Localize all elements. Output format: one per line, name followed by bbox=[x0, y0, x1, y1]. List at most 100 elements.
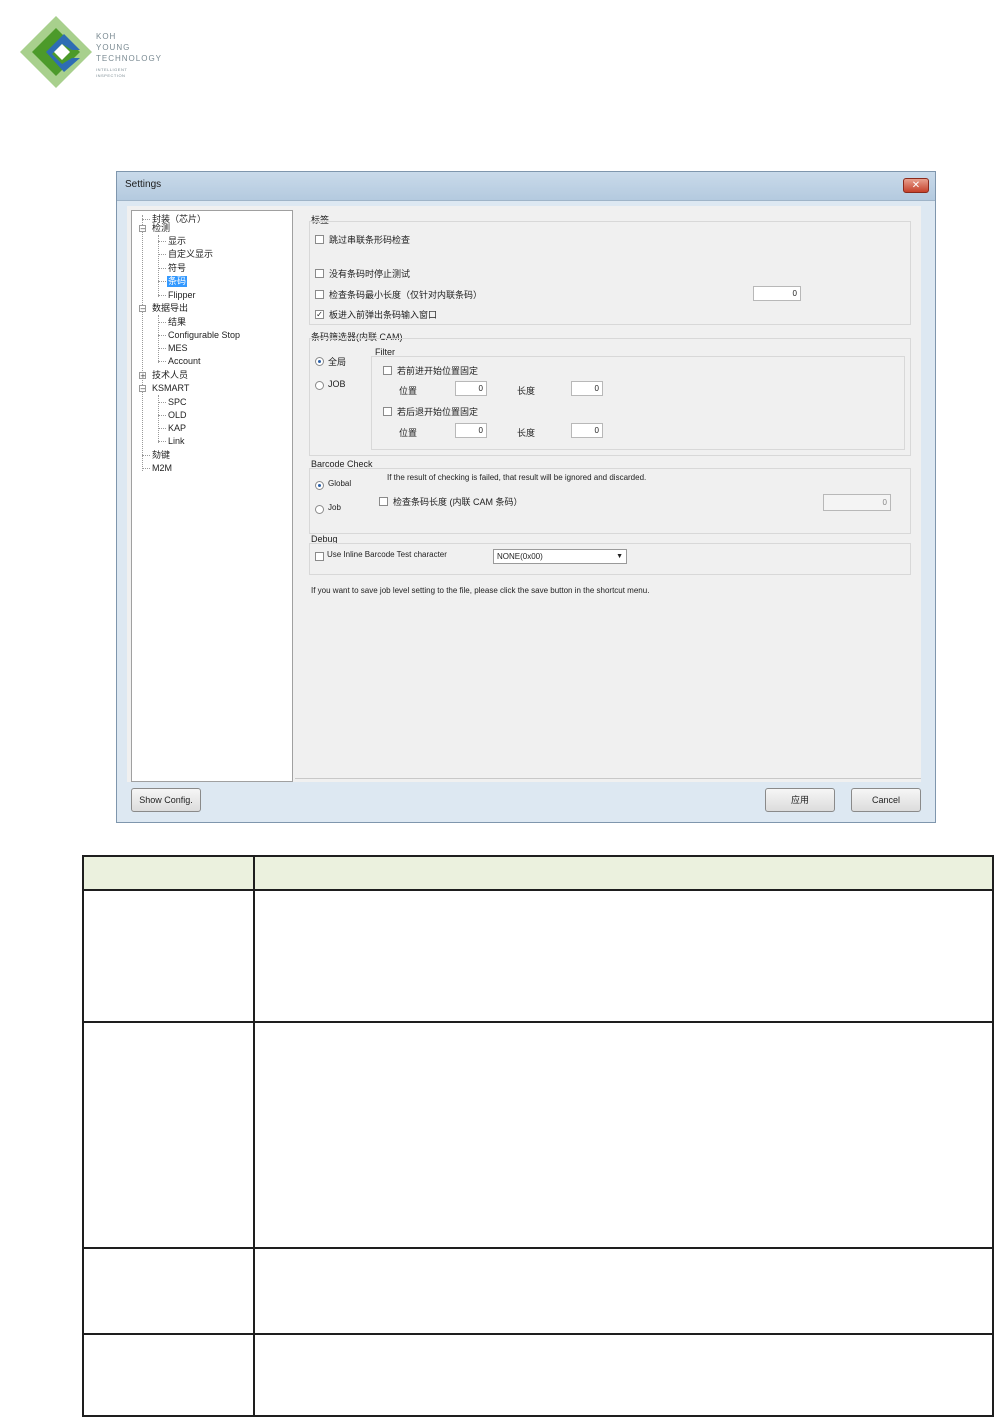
barcode-settings-panel: 标签 跳过串联条形码检查 没有条码时停止测试 检查条码最小长度（仅针对内联条码）… bbox=[295, 206, 921, 782]
tree-connector bbox=[158, 402, 166, 403]
title-bar[interactable]: Settings ✕ bbox=[117, 172, 935, 201]
back-fix-checkbox[interactable] bbox=[383, 407, 392, 416]
check-length-cam-checkbox[interactable] bbox=[379, 497, 388, 506]
stop-no-barcode-checkbox[interactable] bbox=[315, 269, 324, 278]
company-logo: KOH YOUNG TECHNOLOGY INTELLIGENT INSPECT… bbox=[18, 14, 188, 94]
check-min-length-checkbox[interactable] bbox=[315, 290, 324, 299]
tree-item-inspection[interactable]: 检测 bbox=[152, 223, 170, 234]
tree-item-spc[interactable]: SPC bbox=[168, 397, 187, 408]
back-length-label: 长度 bbox=[517, 428, 536, 438]
table-row-divider bbox=[84, 1247, 992, 1249]
logo-mark-icon bbox=[20, 16, 92, 88]
button-separator bbox=[295, 778, 921, 779]
logo-tagline-2: INSPECTION bbox=[96, 73, 126, 78]
filter-job-radio[interactable] bbox=[315, 381, 324, 390]
tree-item-configurable-stop[interactable]: Configurable Stop bbox=[168, 330, 240, 341]
tree-item-old[interactable]: OLD bbox=[168, 410, 187, 421]
tree-item-display[interactable]: 显示 bbox=[168, 236, 186, 247]
tree-item-barcode[interactable]: 条码 bbox=[167, 276, 188, 287]
back-position-label: 位置 bbox=[399, 428, 418, 438]
logo-line-3: TECHNOLOGY bbox=[96, 54, 163, 63]
tree-connector bbox=[158, 281, 166, 282]
front-position-input[interactable]: 0 bbox=[455, 381, 487, 396]
footer-note: If you want to save job level setting to… bbox=[311, 586, 650, 595]
tree-connector bbox=[158, 348, 166, 349]
tree-expander-data-export[interactable]: − bbox=[139, 305, 146, 313]
tree-connector bbox=[158, 235, 159, 297]
popup-input-checkbox[interactable]: ✓ bbox=[315, 310, 324, 319]
tree-connector bbox=[158, 268, 166, 269]
tree-connector bbox=[142, 219, 150, 220]
tree-item-data-export[interactable]: 数据导出 bbox=[152, 303, 188, 314]
window-title: Settings bbox=[125, 179, 162, 190]
check-job-label: Job bbox=[328, 503, 341, 512]
show-config-button[interactable]: Show Config. bbox=[131, 788, 201, 812]
popup-input-label: 板进入前弹出条码输入窗口 bbox=[329, 310, 438, 320]
apply-button[interactable]: 应用 bbox=[765, 788, 835, 812]
close-icon: ✕ bbox=[911, 180, 921, 191]
close-button[interactable]: ✕ bbox=[903, 178, 929, 193]
front-fix-checkbox[interactable] bbox=[383, 366, 392, 375]
filter-global-radio[interactable] bbox=[315, 357, 324, 366]
tree-connector bbox=[142, 215, 143, 471]
tree-item-flipper[interactable]: Flipper bbox=[168, 290, 196, 301]
back-position-input[interactable]: 0 bbox=[455, 423, 487, 438]
table-column-divider bbox=[253, 857, 255, 1415]
tree-item-account[interactable]: Account bbox=[168, 356, 201, 367]
logo-line-2: YOUNG bbox=[96, 43, 131, 52]
use-inline-test-checkbox[interactable] bbox=[315, 552, 324, 561]
tree-item-ksmart[interactable]: KSMART bbox=[152, 383, 189, 394]
tree-expander-technician[interactable]: + bbox=[139, 372, 146, 380]
table-row-divider bbox=[84, 1021, 992, 1023]
tree-item-kap[interactable]: KAP bbox=[168, 423, 186, 434]
cancel-button[interactable]: Cancel bbox=[851, 788, 921, 812]
tree-connector bbox=[158, 335, 166, 336]
tree-item-symbol[interactable]: 符号 bbox=[168, 263, 186, 274]
barcode-check-description: If the result of checking is failed, tha… bbox=[387, 473, 647, 482]
front-length-label: 长度 bbox=[517, 386, 536, 396]
tree-connector bbox=[142, 455, 150, 456]
tree-connector bbox=[158, 254, 166, 255]
description-table bbox=[82, 855, 994, 1417]
filter-global-label: 全局 bbox=[328, 357, 347, 367]
use-inline-test-label: Use Inline Barcode Test character bbox=[327, 550, 447, 559]
tree-connector bbox=[158, 295, 166, 296]
tree-connector bbox=[158, 415, 166, 416]
back-fix-label: 若后退开始位置固定 bbox=[397, 407, 479, 417]
tree-connector bbox=[142, 468, 150, 469]
tree-item-custom-display[interactable]: 自定义显示 bbox=[168, 249, 213, 260]
check-min-length-label: 检查条码最小长度（仅针对内联条码） bbox=[329, 290, 483, 300]
skip-serial-checkbox[interactable] bbox=[315, 235, 324, 244]
logo-tagline-1: INTELLIGENT bbox=[96, 67, 128, 72]
tree-item-link[interactable]: Link bbox=[168, 436, 185, 447]
settings-tree[interactable]: − − + − 封装（芯片） 检测 显示 自定义显示 符号 条码 Flipper… bbox=[131, 210, 293, 782]
front-position-label: 位置 bbox=[399, 386, 418, 396]
table-row-divider bbox=[84, 1333, 992, 1335]
tree-connector bbox=[158, 361, 166, 362]
table-header-row bbox=[84, 857, 992, 891]
tree-item-mes[interactable]: MES bbox=[168, 343, 188, 354]
tree-expander-ksmart[interactable]: − bbox=[139, 385, 146, 393]
tree-item-m2m[interactable]: M2M bbox=[152, 463, 172, 474]
front-length-input[interactable]: 0 bbox=[571, 381, 603, 396]
test-character-select[interactable]: NONE(0x00) ▼ bbox=[493, 549, 627, 564]
tree-item-technician[interactable]: 技术人员 bbox=[152, 370, 188, 381]
back-length-input[interactable]: 0 bbox=[571, 423, 603, 438]
check-global-radio[interactable] bbox=[315, 481, 324, 490]
logo-line-1: KOH bbox=[96, 32, 117, 41]
stop-no-barcode-label: 没有条码时停止测试 bbox=[329, 269, 411, 279]
min-length-input[interactable]: 0 bbox=[753, 286, 801, 301]
filter-job-label: JOB bbox=[328, 379, 346, 389]
check-mark-icon: ✓ bbox=[316, 310, 323, 319]
check-length-cam-label: 检查条码长度 (内联 CAM 条码） bbox=[393, 497, 523, 507]
chevron-down-icon: ▼ bbox=[616, 553, 623, 560]
tree-expander-inspection[interactable]: − bbox=[139, 225, 146, 233]
tree-item-hotkey[interactable]: 劾键 bbox=[152, 450, 170, 461]
skip-serial-label: 跳过串联条形码检查 bbox=[329, 235, 411, 245]
tree-item-result[interactable]: 结果 bbox=[168, 317, 186, 328]
check-job-radio[interactable] bbox=[315, 505, 324, 514]
tree-connector bbox=[158, 428, 166, 429]
tree-connector bbox=[158, 322, 166, 323]
tree-connector bbox=[158, 241, 166, 242]
cam-length-input[interactable]: 0 bbox=[823, 494, 891, 511]
